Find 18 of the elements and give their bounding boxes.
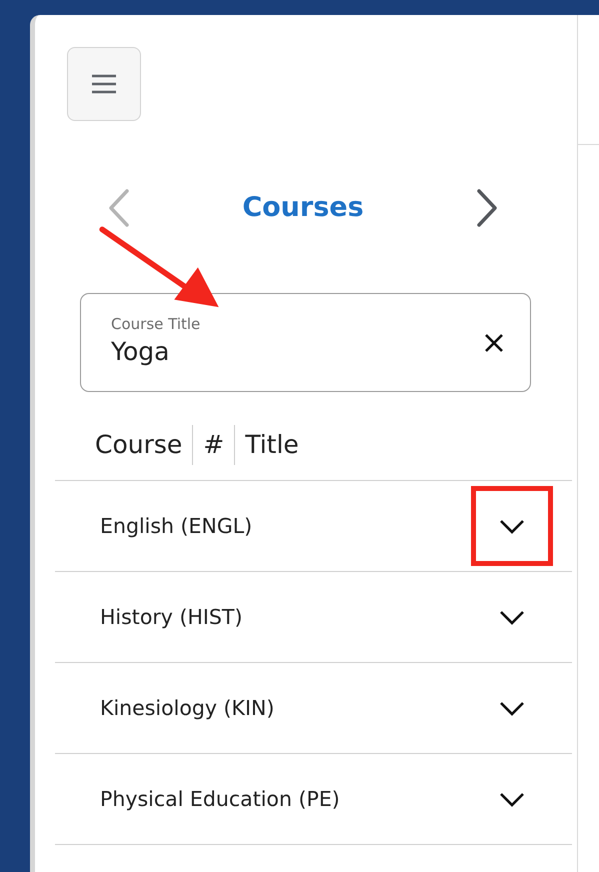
subject-name: Kinesiology (KIN) (100, 694, 274, 722)
subject-name: History (HIST) (100, 604, 242, 631)
column-header[interactable]: Title (234, 425, 309, 465)
subject-row[interactable]: English (ENGL) (55, 481, 572, 572)
subject-name: Physical Education (PE) (100, 786, 340, 813)
field-label: Course Title (111, 314, 202, 333)
subject-row[interactable]: Physical Education (PE) (55, 754, 572, 845)
close-icon (484, 332, 504, 352)
menu-icon (91, 73, 117, 95)
subject-row[interactable]: History (HIST) (55, 572, 572, 663)
subject-row[interactable]: Kinesiology (KIN) (55, 663, 572, 754)
menu-button[interactable] (67, 47, 141, 121)
search-input[interactable]: Yoga (111, 332, 411, 370)
page-title: Courses (242, 192, 364, 224)
column-header[interactable]: Course (95, 425, 192, 465)
subject-name: English (ENGL) (100, 512, 252, 540)
search-field[interactable]: Course Title Yoga (80, 293, 531, 392)
column-header[interactable]: # (192, 425, 234, 465)
